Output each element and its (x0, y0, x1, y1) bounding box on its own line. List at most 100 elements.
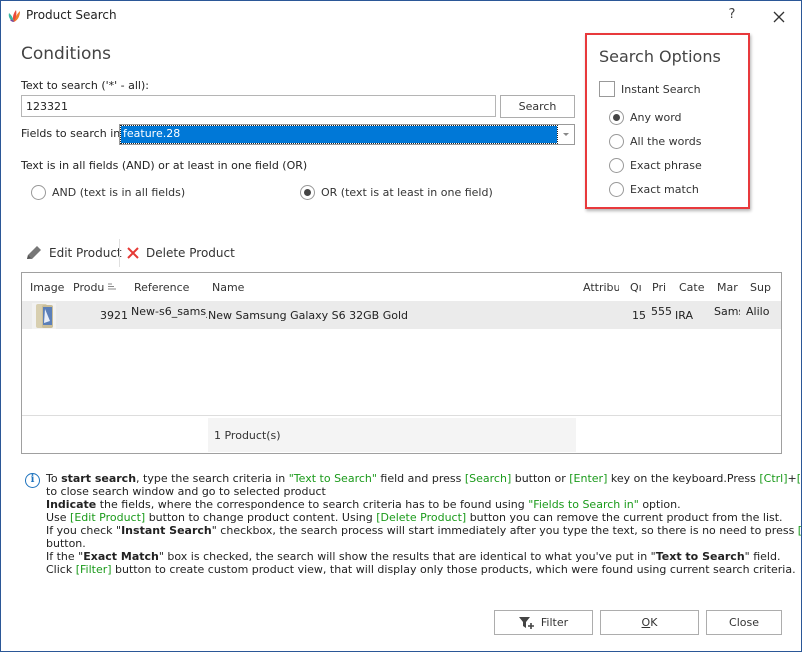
help-segment: + (787, 472, 797, 485)
option-label: All the words (630, 135, 702, 148)
table-row[interactable]: 3921 New-s6_sams_ New Samsung Galaxy S6 … (22, 301, 781, 329)
edit-product-label: Edit Product (49, 246, 122, 260)
help-segment: key on the keyboard.Press (607, 472, 760, 485)
cell-category: IRA (675, 309, 693, 322)
cell-supplier: Alilo (746, 305, 770, 318)
help-text-line: If you check "Instant Search" checkbox, … (46, 524, 802, 537)
radio-circle (609, 158, 624, 173)
delete-product-button[interactable]: Delete Product (126, 243, 235, 263)
close-window-button[interactable] (769, 6, 789, 28)
column-header-supplier[interactable]: Sup (750, 281, 772, 294)
radio-circle-selected (300, 185, 315, 200)
column-header-image[interactable]: Image (30, 281, 64, 294)
fields-to-search-value: feature.28 (120, 125, 558, 144)
help-highlight: [Search] (797, 524, 802, 537)
help-bold: start search (61, 472, 137, 485)
pencil-icon (27, 246, 41, 259)
option-exact-phrase[interactable]: Exact phrase (609, 158, 702, 173)
close-button[interactable]: Close (706, 610, 782, 635)
cell-name: New Samsung Galaxy S6 32GB Gold (208, 309, 408, 322)
help-text-line: Indicate the fields, where the correspon… (46, 498, 786, 511)
cell-product-id: 3921 (100, 309, 128, 322)
column-header-product[interactable]: Produ (73, 281, 105, 294)
help-highlight: [Search] (464, 472, 512, 485)
option-all-the-words[interactable]: All the words (609, 134, 701, 149)
radio-circle (609, 134, 624, 149)
fields-to-search-select[interactable]: feature.28 (119, 124, 575, 145)
help-segment: If you check " (46, 524, 122, 537)
help-bold: Exact Match (83, 550, 159, 563)
delete-x-icon (127, 247, 139, 259)
help-segment: to close search window and go to selecte… (46, 485, 326, 498)
radio-circle (31, 185, 46, 200)
column-header-attribute[interactable]: Attribu (583, 281, 619, 294)
help-text: To start search, type the search criteri… (46, 472, 802, 576)
option-any-word[interactable]: Any word (609, 110, 682, 125)
close-icon (773, 11, 785, 23)
column-header-price[interactable]: Pri (652, 281, 670, 294)
option-exact-match[interactable]: Exact match (609, 182, 699, 197)
help-text-line: to close search window and go to selecte… (46, 485, 786, 498)
help-highlight: [Ctrl] (759, 472, 788, 485)
chevron-down-icon (563, 133, 569, 136)
fields-to-search-label: Fields to search in (21, 127, 121, 140)
help-highlight: "Text to Search" (288, 472, 377, 485)
help-segment: To (46, 472, 62, 485)
column-header-manufacturer[interactable]: Mar (717, 281, 739, 294)
search-button[interactable]: Search (500, 95, 575, 118)
help-segment: " checkbox, the search process will star… (211, 524, 798, 537)
help-text-line: button. (46, 537, 786, 550)
products-grid: Image Produ Reference Name Attribu Qı Pr… (21, 272, 782, 454)
column-header-category[interactable]: Cate (679, 281, 704, 294)
column-header-quantity[interactable]: Qı (630, 281, 642, 294)
help-segment: option. (638, 498, 681, 511)
help-text-line: Use [Edit Product] button to change prod… (46, 511, 786, 524)
text-to-search-input[interactable] (21, 95, 496, 117)
filter-label: Filter (540, 616, 569, 629)
ok-mnemonic: O (641, 616, 651, 629)
help-highlight: "Fields to Search in" (528, 498, 639, 511)
or-radio[interactable]: OR (text is at least in one field) (300, 185, 493, 200)
help-segment: Use (46, 511, 71, 524)
help-segment: Click (46, 563, 76, 576)
delete-product-label: Delete Product (146, 246, 235, 260)
help-highlight: [Enter] (796, 472, 802, 485)
help-highlight: [Delete Product] (376, 511, 467, 524)
and-or-label: Text is in all fields (AND) or at least … (21, 159, 308, 172)
help-button[interactable]: ? (723, 7, 741, 27)
help-segment: If the " (46, 550, 84, 563)
help-segment: " box is checked, the search will show t… (158, 550, 656, 563)
search-options-panel: Search Options Instant Search Any word A… (585, 33, 750, 209)
help-segment: " field. (744, 550, 781, 563)
help-text-line: Click [Filter] button to create custom p… (46, 563, 796, 576)
help-segment: button to create custom product view, th… (111, 563, 796, 576)
help-segment: the fields, where the correspondence to … (96, 498, 529, 511)
help-bold: Indicate (46, 498, 97, 511)
help-highlight: [Edit Product] (70, 511, 146, 524)
product-search-dialog: Product Search ? Conditions Text to sear… (0, 0, 802, 652)
sort-icon (108, 283, 116, 290)
and-radio[interactable]: AND (text is in all fields) (31, 185, 185, 200)
and-radio-label: AND (text is in all fields) (52, 186, 186, 199)
column-header-reference[interactable]: Reference (134, 281, 206, 294)
help-bold: Text to Search (655, 550, 745, 563)
help-segment: button or (511, 472, 570, 485)
help-highlight: [Enter] (569, 472, 608, 485)
search-options-heading: Search Options (599, 47, 721, 66)
window-title: Product Search (26, 8, 117, 22)
product-thumbnail (32, 303, 56, 329)
instant-search-label: Instant Search (621, 82, 701, 96)
help-segment: button to change product content. Using (145, 511, 377, 524)
help-text-line: If the "Exact Match" box is checked, the… (46, 550, 786, 563)
or-radio-label: OR (text is at least in one field) (321, 186, 493, 199)
instant-search-checkbox[interactable]: Instant Search (599, 81, 701, 97)
radio-circle (609, 182, 624, 197)
cell-reference: New-s6_sams_ (131, 305, 207, 318)
edit-product-button[interactable]: Edit Product (25, 243, 122, 263)
toolbar-separator (119, 239, 120, 267)
column-header-name[interactable]: Name (212, 281, 292, 294)
cell-price: 555. (651, 305, 673, 318)
title-bar: Product Search ? (1, 1, 801, 33)
filter-button[interactable]: Filter (494, 610, 593, 635)
ok-button[interactable]: OK (600, 610, 699, 635)
